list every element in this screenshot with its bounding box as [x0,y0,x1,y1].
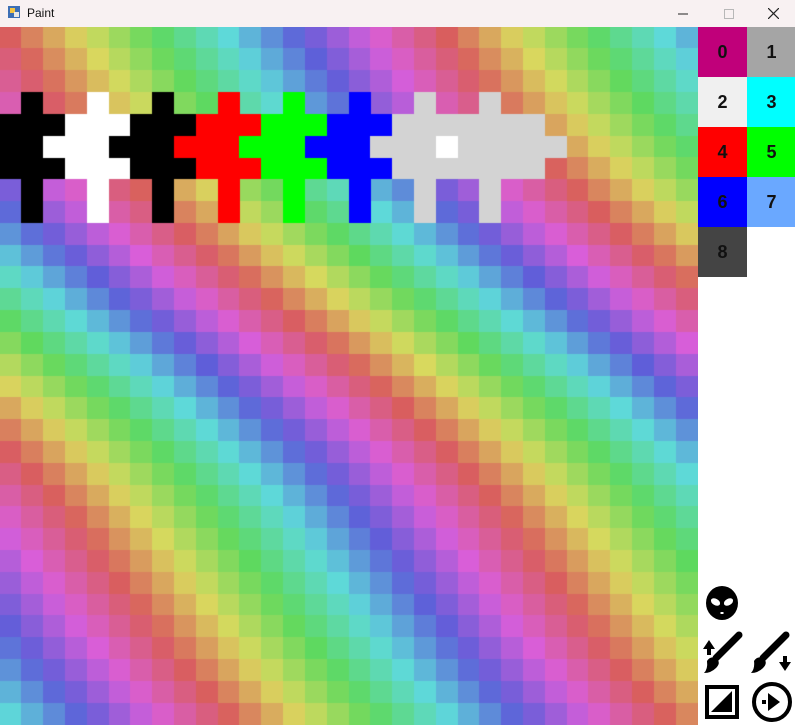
swatch-6[interactable]: 6 [698,177,747,227]
color-palette: 0 1 2 3 4 5 6 7 8 [698,27,795,277]
swatch-1[interactable]: 1 [747,27,795,77]
swatch-label: 0 [717,41,728,62]
drawing-canvas-area[interactable] [0,27,698,725]
swatch-label: 6 [717,191,728,212]
paint-app-icon [7,5,21,19]
brush-down-icon[interactable] [749,630,795,676]
brush-up-icon[interactable] [698,630,744,676]
swatch-5[interactable]: 5 [747,127,795,177]
swatch-7[interactable]: 7 [747,177,795,227]
swatch-0[interactable]: 0 [698,27,747,77]
swatch-label: 1 [766,41,777,62]
swatch-label: 2 [717,91,728,112]
swatch-label: 5 [766,141,777,162]
swatch-8[interactable]: 8 [698,227,747,277]
expand-icon[interactable] [700,680,744,724]
minimize-button[interactable] [660,0,705,27]
swatch-label: 4 [717,141,728,162]
swatch-label: 8 [717,241,728,262]
window-title: Paint [27,6,55,20]
play-icon[interactable] [749,680,795,724]
title-bar: Paint [0,0,795,27]
alien-icon[interactable] [700,582,744,626]
swatch-2[interactable]: 2 [698,77,747,127]
maximize-button[interactable] [706,0,751,27]
swatch-label: 3 [766,91,777,112]
pixel-canvas[interactable] [0,27,698,725]
swatch-3[interactable]: 3 [747,77,795,127]
swatch-label: 7 [766,191,777,212]
swatch-4[interactable]: 4 [698,127,747,177]
close-button[interactable] [751,0,795,27]
